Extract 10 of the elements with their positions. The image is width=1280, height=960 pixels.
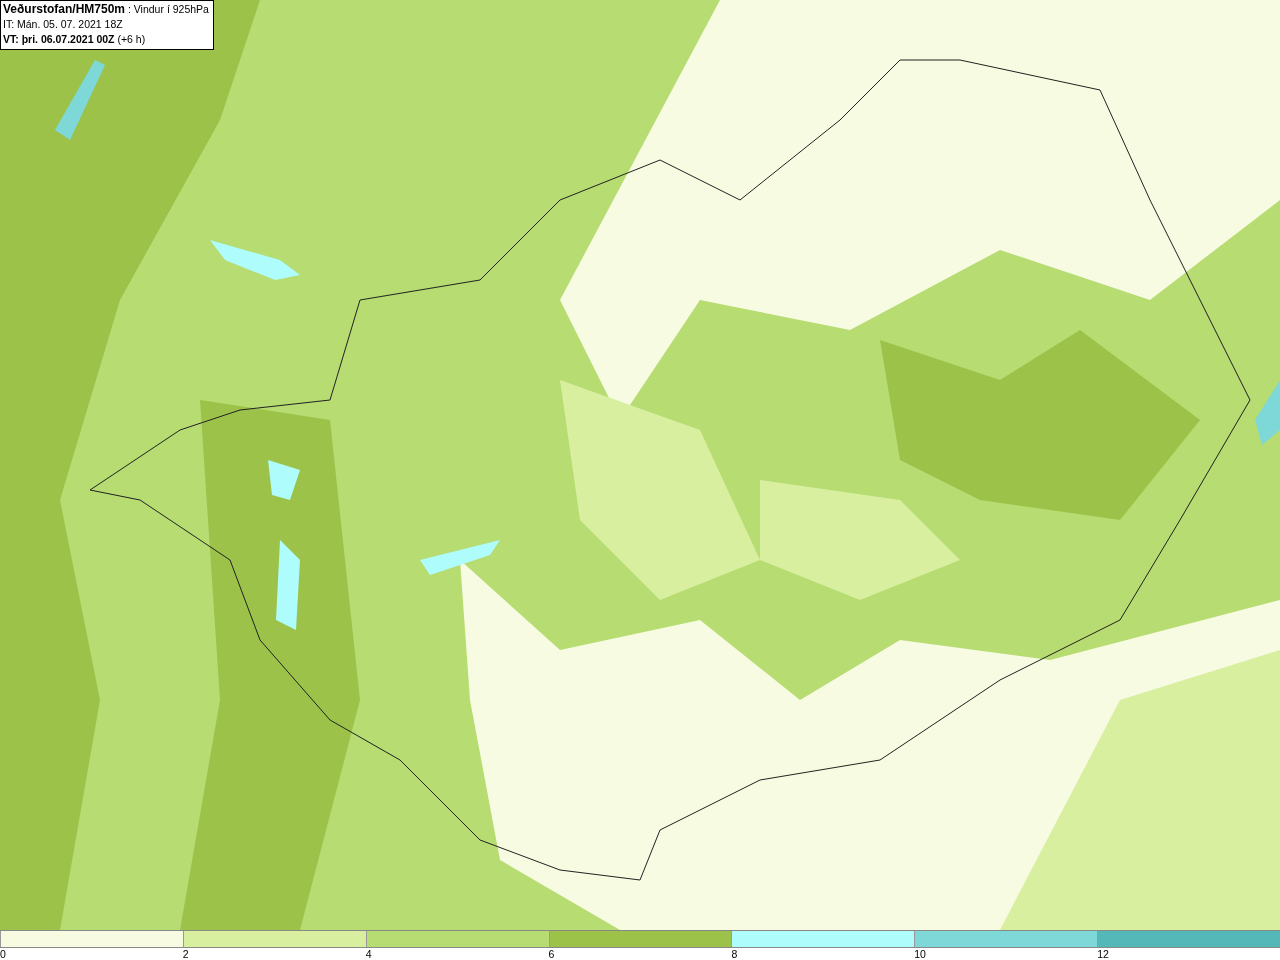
legend-label: 0	[0, 948, 6, 960]
valid-time: VT: þri. 06.07.2021 00Z (+6 h)	[3, 32, 147, 47]
legend-label: 12	[1097, 948, 1109, 960]
legend-label: 10	[914, 948, 926, 960]
map-title: Veðurstofan/HM750m : Vindur í 925hPa	[3, 2, 209, 17]
initial-time: IT: Mán. 05. 07. 2021 18Z	[3, 17, 124, 32]
legend-label: 8	[731, 948, 738, 960]
legend-label: 4	[365, 948, 372, 960]
legend-label: 2	[182, 948, 189, 960]
legend-label: 6	[548, 948, 555, 960]
